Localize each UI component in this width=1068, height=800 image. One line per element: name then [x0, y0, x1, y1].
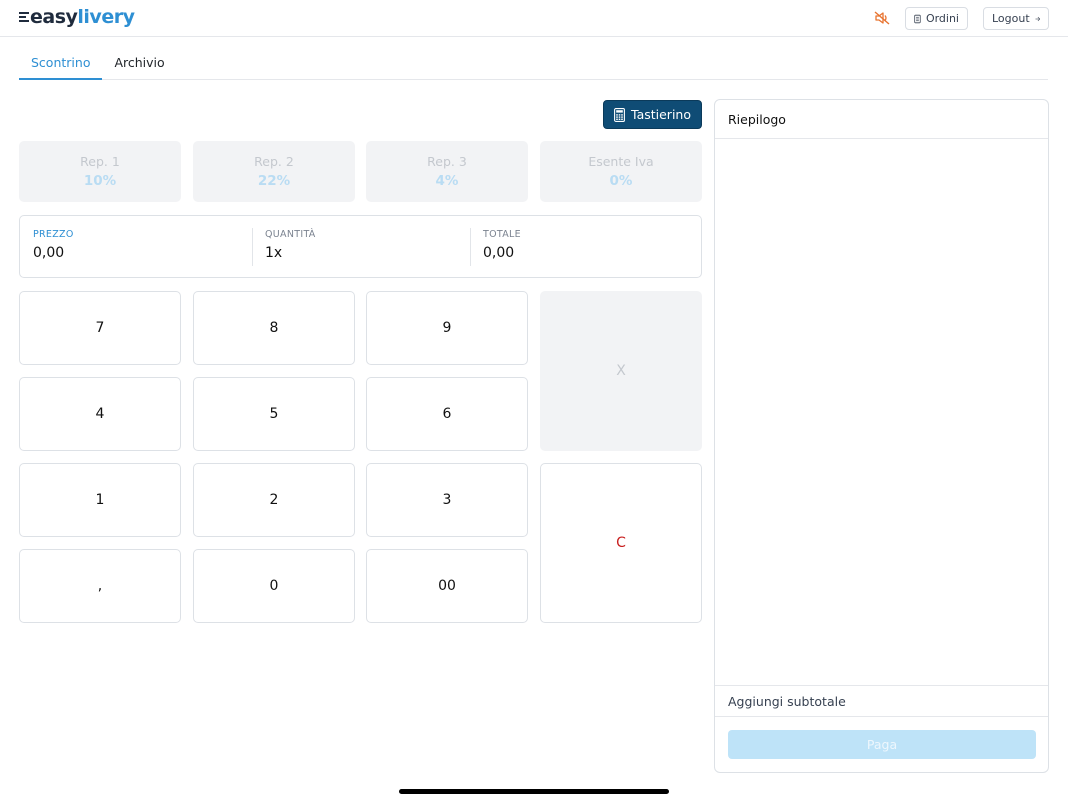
top-bar: easy livery Ordini Logout	[0, 0, 1068, 37]
riepilogo-title: Riepilogo	[715, 100, 1048, 139]
paga-button[interactable]: Paga	[728, 730, 1036, 759]
quantita-label: QUANTITÀ	[265, 229, 316, 240]
key-2[interactable]: 2	[193, 463, 355, 537]
ordini-button[interactable]: Ordini	[905, 7, 968, 30]
tab-bar: Scontrino Archivio	[19, 52, 1048, 80]
reparto-rate: 10%	[83, 173, 117, 189]
tastierino-label: Tastierino	[631, 107, 691, 122]
quantita-field[interactable]: QUANTITÀ 1x	[265, 229, 316, 261]
key-7[interactable]: 7	[19, 291, 181, 365]
brand-logo: easy livery	[19, 6, 135, 28]
tab-scontrino[interactable]: Scontrino	[19, 52, 103, 80]
key-6[interactable]: 6	[366, 377, 528, 451]
reparto-rate: 22%	[257, 173, 291, 189]
key-8[interactable]: 8	[193, 291, 355, 365]
receipt-icon	[914, 14, 921, 23]
reparto-name: Rep. 1	[80, 154, 120, 169]
arrow-right-icon	[1035, 16, 1040, 21]
key-4[interactable]: 4	[19, 377, 181, 451]
tab-archivio[interactable]: Archivio	[102, 52, 176, 80]
home-indicator	[399, 789, 669, 794]
calculator-icon	[614, 107, 625, 122]
speaker-muted-icon	[874, 11, 890, 25]
key-1[interactable]: 1	[19, 463, 181, 537]
reparto-rate: 4%	[435, 173, 459, 189]
sound-toggle-button[interactable]	[871, 8, 893, 28]
reparto-button-1[interactable]: Rep. 1 10%	[19, 141, 181, 202]
ordini-label: Ordini	[925, 12, 959, 25]
key-0[interactable]: 0	[193, 549, 355, 623]
display-divider	[470, 228, 471, 266]
key-00[interactable]: 00	[366, 549, 528, 623]
key-5[interactable]: 5	[193, 377, 355, 451]
totale-value: 0,00	[483, 245, 515, 261]
reparto-name: Esente Iva	[588, 154, 654, 169]
logo-text-livery: livery	[77, 6, 135, 28]
logo-mark-icon	[19, 11, 29, 23]
display-divider	[252, 228, 253, 266]
key-x-multiply[interactable]: X	[540, 291, 702, 451]
totale-label: TOTALE	[483, 229, 521, 240]
key-9[interactable]: 9	[366, 291, 528, 365]
key-comma[interactable]: ,	[19, 549, 181, 623]
quantita-value: 1x	[265, 245, 283, 261]
reparto-button-3[interactable]: Rep. 3 4%	[366, 141, 528, 202]
reparto-name: Rep. 3	[427, 154, 467, 169]
logout-label: Logout	[992, 12, 1030, 25]
key-3[interactable]: 3	[366, 463, 528, 537]
reparto-rate: 0%	[609, 173, 633, 189]
riepilogo-panel: Riepilogo Aggiungi subtotale Paga	[714, 99, 1049, 773]
reparto-name: Rep. 2	[254, 154, 294, 169]
logout-button[interactable]: Logout	[983, 7, 1049, 30]
totale-field: TOTALE 0,00	[483, 229, 521, 261]
amount-display: PREZZO 0,00 QUANTITÀ 1x TOTALE 0,00	[19, 215, 702, 278]
key-c-clear[interactable]: C	[540, 463, 702, 623]
reparto-button-2[interactable]: Rep. 2 22%	[193, 141, 355, 202]
prezzo-value: 0,00	[33, 245, 65, 261]
tastierino-button[interactable]: Tastierino	[603, 100, 702, 129]
reparto-button-esente[interactable]: Esente Iva 0%	[540, 141, 702, 202]
logo-text-easy: easy	[30, 6, 78, 28]
prezzo-field[interactable]: PREZZO 0,00	[33, 229, 74, 261]
prezzo-label: PREZZO	[33, 229, 74, 240]
aggiungi-subtotale-button[interactable]: Aggiungi subtotale	[715, 685, 1048, 717]
